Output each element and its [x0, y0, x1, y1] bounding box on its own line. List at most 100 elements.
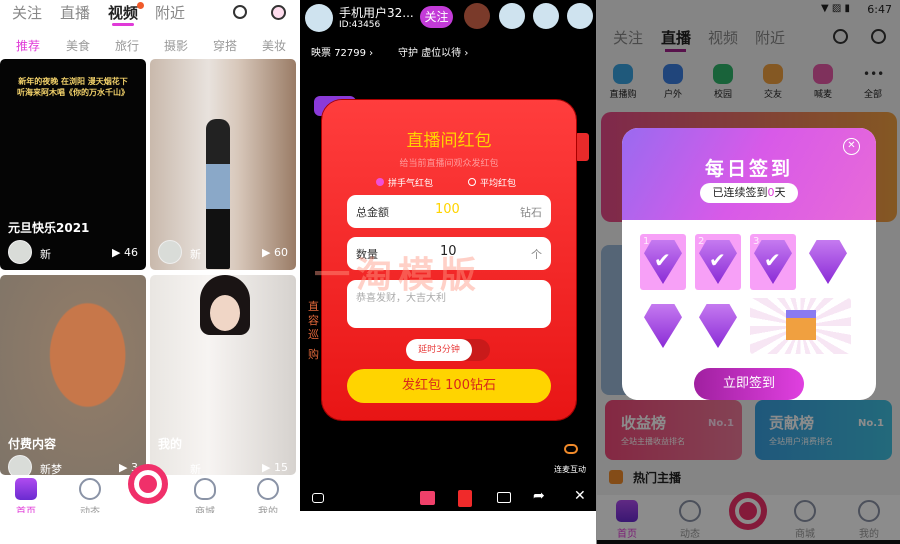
viewer-avatar[interactable] [533, 3, 559, 29]
guard[interactable]: 守护 虚位以待 › [398, 44, 468, 59]
play-icon: ▶ [262, 461, 274, 474]
streak-badge: 已连续签到0天 [700, 183, 798, 203]
diamond-icon [809, 240, 847, 284]
checkin-day[interactable]: ✔ 2 [695, 234, 741, 290]
host-avatar[interactable] [305, 4, 333, 32]
smile-icon [257, 478, 279, 500]
avatar [158, 240, 182, 264]
overlay-text: 听海来阿木唱《你的万水千山》 [17, 87, 129, 97]
avatar [8, 240, 32, 264]
checkin-day[interactable]: 5 [640, 298, 686, 354]
check-icon: ✔ [764, 248, 781, 272]
link-mic-icon[interactable] [564, 444, 578, 454]
amount-label: 总金额 [356, 206, 389, 219]
person-figure [206, 119, 230, 269]
view-count: 60 [274, 246, 288, 259]
host-id: ID:43456 [339, 20, 381, 30]
view-count: 15 [274, 461, 288, 474]
guard-value: 虚位以待 [421, 48, 462, 59]
category-makeup[interactable]: 美妆 [262, 37, 286, 54]
day-number: 4 [808, 236, 815, 247]
nav-feed[interactable]: 动态 [70, 478, 110, 518]
checkin-dialog: ✕ 每日签到 已连续签到0天 ✔ 1 ✔ 2 ✔ 3 4 5 6 7 立即签到 [622, 128, 876, 400]
share-icon[interactable]: ➦ [533, 488, 545, 504]
streak-days: 0 [767, 186, 775, 199]
dialog-title: 直播间红包 [406, 131, 492, 151]
category-recommend[interactable]: 推荐 [16, 37, 40, 54]
live-room-screen: 手机用户32... ID:43456 关注 映票 72799 › 守护 虚位以待… [300, 0, 596, 511]
checkin-day[interactable]: 7 [750, 298, 851, 354]
tab-follow[interactable]: 关注 [12, 2, 42, 23]
radio-selected-icon [376, 178, 384, 186]
message-icon[interactable] [271, 5, 286, 20]
follow-button[interactable]: 关注 [420, 6, 453, 28]
tab-live[interactable]: 直播 [60, 2, 90, 23]
video-title: 我的 [158, 437, 183, 451]
live-home-screen: 6:47 ▼ ▨ ▮ 关注 直播 视频 附近 直播购 户外 校园 交友 喊麦 ••• 全部 … [597, 0, 900, 544]
diamond-icon [644, 304, 682, 348]
video-card[interactable]: 新 ▶ 60 [150, 59, 296, 270]
redpacket-side-icon[interactable] [575, 133, 589, 161]
category-outfit[interactable]: 穿搭 [213, 37, 237, 54]
close-icon[interactable]: ✕ [843, 138, 860, 155]
diamond-icon [699, 304, 737, 348]
avatar [8, 455, 32, 475]
compass-icon [79, 478, 101, 500]
link-mic-label[interactable]: 连麦互动 [554, 464, 586, 475]
author-name: 新梦 [40, 463, 62, 475]
close-icon[interactable]: ✕ [574, 488, 586, 504]
video-card[interactable]: 付费内容 新梦 ▶ 3 [0, 275, 146, 475]
delay-toggle[interactable]: 延时3分钟 [406, 339, 490, 361]
video-card[interactable]: 我的 新 ▶ 15 [150, 275, 296, 475]
day-number: 5 [643, 300, 650, 311]
radio-unselected-icon [468, 178, 476, 186]
day-number: 6 [698, 300, 705, 311]
person-face [210, 295, 240, 331]
checkin-day[interactable]: 4 [805, 234, 851, 290]
radio-even[interactable]: 平均红包 [468, 176, 516, 189]
viewer-avatar[interactable] [567, 3, 593, 29]
video-card[interactable]: 新年的夜晚 在浏阳 漫天烟花下 听海来阿木唱《你的万水千山》 元旦快乐2021 新… [0, 59, 146, 270]
category-food[interactable]: 美食 [66, 37, 90, 54]
amount-field[interactable]: 总金额 100 钻石 [347, 195, 551, 228]
viewer-avatar[interactable] [499, 3, 525, 29]
checkin-day[interactable]: ✔ 1 [640, 234, 686, 290]
play-icon: ▶ [112, 246, 124, 259]
nav-shop[interactable]: 商城 [185, 478, 225, 518]
nav-home[interactable]: 首页 [6, 478, 46, 518]
count-unit: 个 [531, 248, 542, 261]
nav-me[interactable]: 我的 [248, 478, 288, 518]
category-photo[interactable]: 摄影 [164, 37, 188, 54]
day-number: 7 [753, 300, 760, 311]
day-number: 1 [643, 236, 650, 247]
side-text: 购 [308, 348, 319, 361]
amount-value[interactable]: 100 [435, 202, 460, 217]
gift-icon[interactable] [420, 491, 435, 505]
checkin-button[interactable]: 立即签到 [694, 368, 804, 400]
mail-icon[interactable] [497, 492, 511, 503]
checkin-day[interactable]: ✔ 3 [750, 234, 796, 290]
category-travel[interactable]: 旅行 [115, 37, 139, 54]
side-text: 直 [308, 300, 319, 313]
check-icon: ✔ [709, 248, 726, 272]
view-count: 46 [124, 246, 138, 259]
check-icon: ✔ [654, 248, 671, 272]
go-live-camera-button[interactable] [128, 464, 168, 504]
tab-nearby[interactable]: 附近 [155, 2, 185, 23]
send-redpacket-button[interactable]: 发红包 100钻石 [347, 369, 551, 403]
redpacket-icon[interactable] [458, 490, 472, 507]
author-name: 新 [190, 463, 201, 475]
tickets[interactable]: 映票 72799 › [311, 44, 373, 59]
comment-icon[interactable] [312, 493, 324, 503]
play-icon: ▶ [119, 461, 131, 474]
tickets-value: 72799 [334, 48, 366, 59]
delay-label: 延时3分钟 [406, 339, 472, 361]
day-number: 2 [698, 236, 705, 247]
hot-dot-icon [137, 2, 144, 9]
tab-underline [112, 23, 134, 26]
checkin-day[interactable]: 6 [695, 298, 741, 354]
viewer-avatar[interactable] [464, 3, 490, 29]
search-icon[interactable] [233, 5, 247, 19]
radio-lucky[interactable]: 拼手气红包 [376, 176, 433, 189]
tab-video[interactable]: 视频 [108, 2, 138, 23]
